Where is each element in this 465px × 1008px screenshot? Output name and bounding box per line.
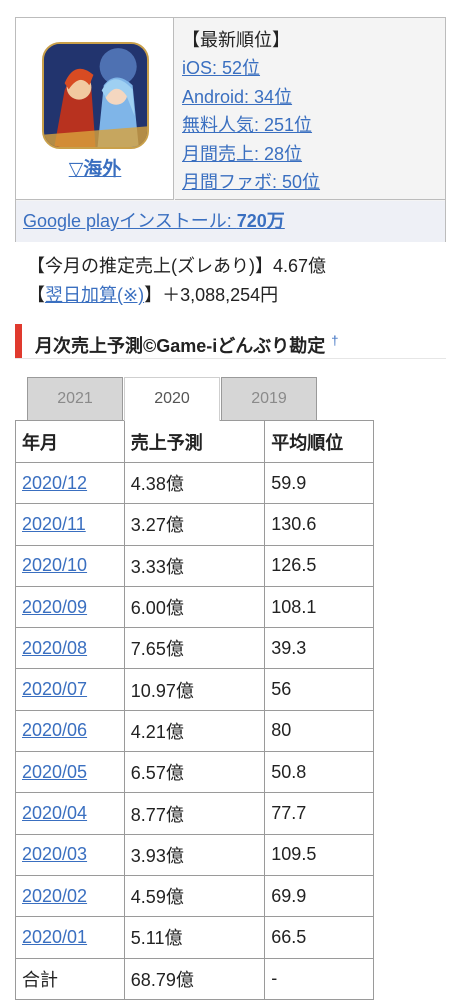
table-row: 2020/09 6.00億 108.1 xyxy=(15,585,374,629)
sales-cell: 6.57億 xyxy=(123,751,266,794)
month-cell: 2020/09 xyxy=(15,585,125,629)
sales-cell: 3.33億 xyxy=(123,544,266,587)
rank-ios-link[interactable]: iOS: 52位 xyxy=(182,54,445,83)
rank-cell: 56 xyxy=(264,668,374,711)
month-cell: 2020/07 xyxy=(15,668,125,711)
ranking-cell: 【最新順位】 iOS: 52位 Android: 34位 無料人気: 251位 … xyxy=(175,18,445,200)
overseas-link[interactable]: ▽海外 xyxy=(16,154,174,181)
google-play-value: 720万 xyxy=(236,211,285,231)
month-link[interactable]: 2020/11 xyxy=(22,514,86,534)
sales-cell: 10.97億 xyxy=(123,668,266,711)
google-play-label: Google playインストール: xyxy=(23,211,237,231)
month-link[interactable]: 2020/12 xyxy=(22,473,87,493)
section-header-monthly-forecast: 月次売上予測©Game-iどんぶり勘定 † xyxy=(15,324,446,358)
rank-cell: 126.5 xyxy=(264,544,374,587)
sales-cell: 4.21億 xyxy=(123,709,266,753)
table-row: 2020/11 3.27億 130.6 xyxy=(15,503,374,546)
bracket-close: 】 xyxy=(144,285,163,305)
month-link[interactable]: 2020/02 xyxy=(22,886,87,906)
month-link[interactable]: 2020/06 xyxy=(22,720,87,740)
app-icon-cell: ▽海外 xyxy=(16,18,174,200)
month-link[interactable]: 2020/01 xyxy=(22,927,87,947)
table-row: 2020/10 3.33億 126.5 xyxy=(15,544,374,587)
table-row: 2020/02 4.59億 69.9 xyxy=(15,874,374,918)
month-cell: 2020/05 xyxy=(15,751,125,794)
total-label: 合計 xyxy=(15,957,125,1000)
sales-cell: 8.77億 xyxy=(123,792,266,835)
rank-cell: 50.8 xyxy=(264,751,374,794)
rank-monthly-sales-link[interactable]: 月間売上: 28位 xyxy=(182,140,445,169)
month-cell: 2020/03 xyxy=(15,833,125,876)
app-icon-artwork xyxy=(44,44,147,147)
sales-cell: 4.59億 xyxy=(123,874,266,918)
sales-cell: 6.00億 xyxy=(123,585,266,629)
month-cell: 2020/10 xyxy=(15,544,125,587)
dagger-footnote-link[interactable]: † xyxy=(331,333,338,348)
tab-2020[interactable]: 2020 xyxy=(124,377,220,421)
next-day-addition-link[interactable]: 翌日加算(※) xyxy=(45,285,144,305)
ranking-title: 【最新順位】 xyxy=(182,30,290,50)
rank-monthly-fav-link[interactable]: 月間ファボ: 50位 xyxy=(182,168,445,197)
rank-free-popular-link[interactable]: 無料人気: 251位 xyxy=(182,111,445,140)
table-row: 2020/04 8.77億 77.7 xyxy=(15,792,374,835)
table-row: 2020/12 4.38億 59.9 xyxy=(15,461,374,505)
google-play-installs-link[interactable]: Google playインストール: 720万 xyxy=(16,201,445,242)
table-row: 2020/07 10.97億 56 xyxy=(15,668,374,711)
sales-cell: 7.65億 xyxy=(123,627,266,670)
month-link[interactable]: 2020/04 xyxy=(22,803,87,823)
rank-cell: 109.5 xyxy=(264,833,374,876)
month-link[interactable]: 2020/09 xyxy=(22,597,87,617)
table-row: 2020/06 4.21億 80 xyxy=(15,709,374,753)
rank-cell: 108.1 xyxy=(264,585,374,629)
month-cell: 2020/08 xyxy=(15,627,125,670)
header-month: 年月 xyxy=(15,420,125,463)
app-info-box: ▽海外 【最新順位】 iOS: 52位 Android: 34位 無料人気: 2… xyxy=(15,17,446,242)
table-header-row: 年月 売上予測 平均順位 xyxy=(15,420,374,463)
next-day-addition-line: 【翌日加算(※)】＋3,088,254円 xyxy=(27,281,278,307)
app-icon[interactable] xyxy=(42,42,149,149)
total-rank: - xyxy=(264,957,374,1000)
total-sales: 68.79億 xyxy=(123,957,266,1000)
month-cell: 2020/06 xyxy=(15,709,125,753)
estimated-sales-text: 【今月の推定売上(ズレあり)】4.67億 xyxy=(27,256,327,276)
month-link[interactable]: 2020/10 xyxy=(22,555,87,575)
rank-android-link[interactable]: Android: 34位 xyxy=(182,83,445,112)
month-cell: 2020/04 xyxy=(15,792,125,835)
header-average-rank: 平均順位 xyxy=(264,420,374,463)
rank-cell: 80 xyxy=(264,709,374,753)
sales-cell: 4.38億 xyxy=(123,461,266,505)
bracket-open: 【 xyxy=(27,285,45,305)
rank-cell: 130.6 xyxy=(264,503,374,546)
tab-2021[interactable]: 2021 xyxy=(27,377,123,420)
monthly-sales-table: 年月 売上予測 平均順位 2020/12 4.38億 59.9 2020/11 3.2… xyxy=(15,420,374,1000)
sales-cell: 3.93億 xyxy=(123,833,266,876)
tab-2019[interactable]: 2019 xyxy=(221,377,317,420)
sales-cell: 3.27億 xyxy=(123,503,266,546)
rank-cell: 66.5 xyxy=(264,916,374,959)
table-row: 2020/03 3.93億 109.5 xyxy=(15,833,374,876)
rank-cell: 39.3 xyxy=(264,627,374,670)
rank-cell: 59.9 xyxy=(264,461,374,505)
month-cell: 2020/12 xyxy=(15,461,125,505)
month-cell: 2020/01 xyxy=(15,916,125,959)
month-link[interactable]: 2020/03 xyxy=(22,844,87,864)
month-cell: 2020/11 xyxy=(15,503,125,546)
rank-cell: 69.9 xyxy=(264,874,374,918)
rank-cell: 77.7 xyxy=(264,792,374,835)
table-row: 2020/08 7.65億 39.3 xyxy=(15,627,374,670)
table-total-row: 合計 68.79億 - xyxy=(15,957,374,1000)
month-link[interactable]: 2020/07 xyxy=(22,679,87,699)
section-title: 月次売上予測©Game-iどんぶり勘定 xyxy=(35,336,326,356)
table-row: 2020/01 5.11億 66.5 xyxy=(15,916,374,959)
sales-cell: 5.11億 xyxy=(123,916,266,959)
header-sales-forecast: 売上予測 xyxy=(123,420,266,463)
month-link[interactable]: 2020/05 xyxy=(22,762,87,782)
table-row: 2020/05 6.57億 50.8 xyxy=(15,751,374,794)
next-day-addition-value: ＋3,088,254円 xyxy=(162,285,279,305)
month-cell: 2020/02 xyxy=(15,874,125,918)
month-link[interactable]: 2020/08 xyxy=(22,638,87,658)
